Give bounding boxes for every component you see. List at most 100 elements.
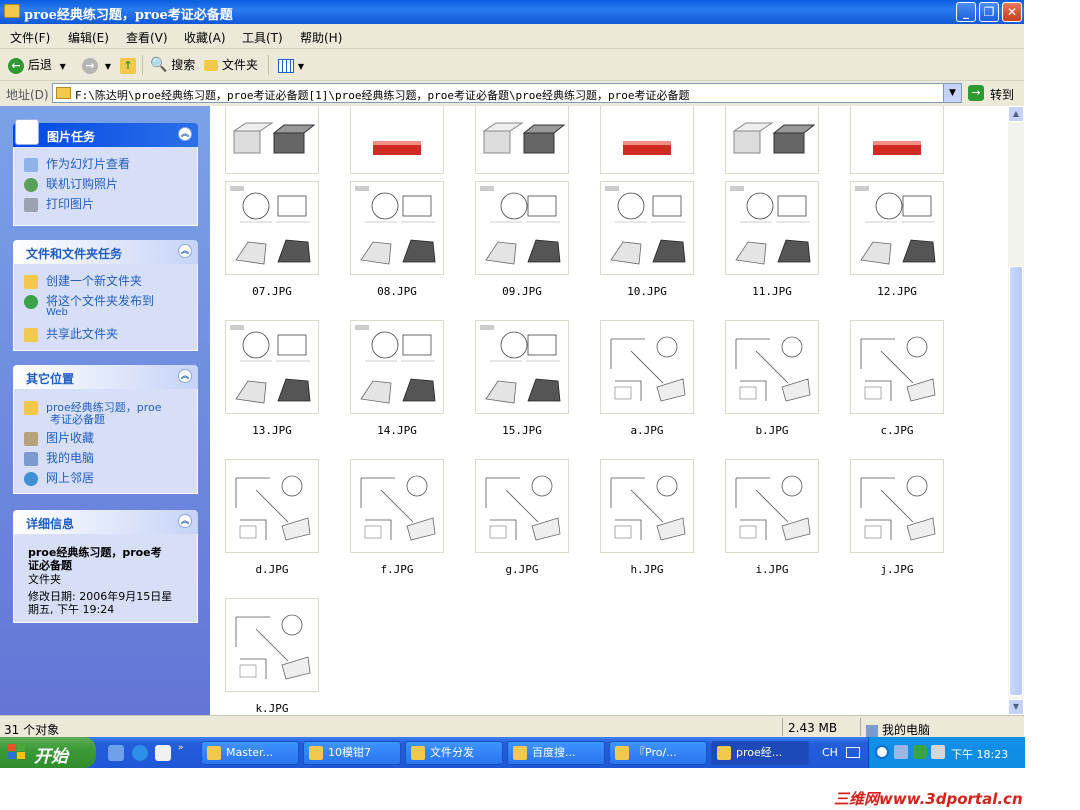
file-thumbnail[interactable] <box>225 320 319 414</box>
file-thumbnail[interactable] <box>225 106 319 174</box>
menu-view[interactable]: 查看(V) <box>126 29 168 46</box>
file-name-label[interactable]: b.JPG <box>712 424 832 437</box>
panel-header[interactable]: 详细信息 ︽ <box>13 510 198 534</box>
collapse-icon[interactable]: ︽ <box>178 127 192 141</box>
close-button[interactable]: ✕ <box>1002 2 1022 22</box>
file-name-label[interactable]: 09.JPG <box>462 285 582 298</box>
my-computer-link[interactable]: 我的电脑 <box>24 449 94 466</box>
folders-button[interactable]: 文件夹 <box>204 55 258 75</box>
go-arrow-icon[interactable]: → <box>968 85 984 101</box>
file-name-label[interactable]: a.JPG <box>587 424 707 437</box>
file-thumbnail[interactable] <box>725 106 819 174</box>
file-name-label[interactable]: k.JPG <box>212 702 332 715</box>
network-link[interactable]: 网上邻居 <box>24 469 94 486</box>
file-name-label[interactable]: 14.JPG <box>337 424 457 437</box>
file-thumbnail[interactable] <box>225 181 319 275</box>
file-name-label[interactable]: 07.JPG <box>212 285 332 298</box>
file-thumbnail[interactable] <box>475 181 569 275</box>
taskbar-task-button[interactable]: 『Pro/... <box>609 741 707 765</box>
file-thumbnail[interactable] <box>350 459 444 553</box>
taskbar-task-button[interactable]: 10模钳7 <box>303 741 401 765</box>
file-name-label[interactable]: 08.JPG <box>337 285 457 298</box>
search-button[interactable]: 🔍 搜索 <box>150 55 195 75</box>
publish-web-link[interactable]: 将这个文件夹发布到 <box>24 292 154 309</box>
file-thumbnail[interactable] <box>725 459 819 553</box>
file-thumbnail[interactable] <box>350 181 444 275</box>
file-thumbnail[interactable] <box>475 106 569 174</box>
volume-icon[interactable] <box>931 745 945 759</box>
file-thumbnail[interactable] <box>600 181 694 275</box>
address-dropdown-icon[interactable]: ▼ <box>943 84 961 102</box>
restore-button[interactable]: ❐ <box>979 2 999 22</box>
file-name-label[interactable]: 13.JPG <box>212 424 332 437</box>
file-name-label[interactable]: h.JPG <box>587 563 707 576</box>
file-thumbnail[interactable] <box>350 106 444 174</box>
file-name-label[interactable]: i.JPG <box>712 563 832 576</box>
print-link[interactable]: 打印图片 <box>24 195 94 212</box>
collapse-icon[interactable]: ︽ <box>178 369 192 383</box>
file-thumbnail[interactable] <box>600 459 694 553</box>
share-folder-link[interactable]: 共享此文件夹 <box>24 325 118 342</box>
file-thumbnail[interactable] <box>850 181 944 275</box>
menu-edit[interactable]: 编辑(E) <box>68 29 109 46</box>
taskbar-task-button[interactable]: 百度搜... <box>507 741 605 765</box>
keyboard-icon[interactable] <box>846 747 860 758</box>
publish-web-link-cont[interactable]: Web <box>46 307 68 318</box>
collapse-icon[interactable]: ︽ <box>178 244 192 258</box>
file-name-label[interactable]: 12.JPG <box>837 285 957 298</box>
scroll-thumb[interactable] <box>1009 266 1023 696</box>
taskbar-task-button[interactable]: proe经... <box>711 741 809 765</box>
file-thumbnail[interactable] <box>225 459 319 553</box>
file-thumbnail[interactable] <box>725 181 819 275</box>
address-field[interactable]: F:\陈达明\proe经典练习题，proe考证必备题[1]\proe经典练习题，… <box>52 83 962 103</box>
tray-arrow-icon[interactable] <box>875 745 889 759</box>
file-name-label[interactable]: 15.JPG <box>462 424 582 437</box>
file-thumbnail[interactable] <box>600 320 694 414</box>
go-button[interactable]: 转到 <box>990 86 1014 103</box>
menu-file[interactable]: 文件(F) <box>10 29 50 46</box>
file-name-label[interactable]: g.JPG <box>462 563 582 576</box>
menu-tools[interactable]: 工具(T) <box>242 29 283 46</box>
slideshow-link[interactable]: 作为幻灯片查看 <box>24 155 130 172</box>
network-tray-icon[interactable] <box>894 745 908 759</box>
minimize-button[interactable]: _ <box>956 2 976 22</box>
quicklaunch-more-icon[interactable]: » <box>178 743 184 753</box>
notepad-quicklaunch-icon[interactable] <box>155 745 171 761</box>
file-thumbnail[interactable] <box>475 459 569 553</box>
security-shield-icon[interactable] <box>913 745 927 759</box>
new-folder-link[interactable]: 创建一个新文件夹 <box>24 272 142 289</box>
file-name-label[interactable]: j.JPG <box>837 563 957 576</box>
order-prints-link[interactable]: 联机订购照片 <box>24 175 118 192</box>
taskbar-task-button[interactable]: 文件分发 <box>405 741 503 765</box>
file-thumbnail[interactable] <box>850 106 944 174</box>
vertical-scrollbar[interactable]: ▲ ▼ <box>1008 106 1024 715</box>
forward-button[interactable]: → ▼ <box>82 55 111 75</box>
menu-help[interactable]: 帮助(H) <box>300 29 342 46</box>
file-thumbnail[interactable] <box>850 459 944 553</box>
file-name-label[interactable]: 11.JPG <box>712 285 832 298</box>
file-thumbnail-view[interactable]: 04.JPG4.prt.105.JPG5.prt.106.JPG6.prt.10… <box>210 106 1008 715</box>
desktop-quicklaunch-icon[interactable] <box>108 745 124 761</box>
language-indicator[interactable]: CH <box>822 746 838 759</box>
taskbar-task-button[interactable]: Master... <box>201 741 299 765</box>
file-name-label[interactable]: d.JPG <box>212 563 332 576</box>
file-name-label[interactable]: f.JPG <box>337 563 457 576</box>
collapse-icon[interactable]: ︽ <box>178 514 192 528</box>
file-thumbnail[interactable] <box>850 320 944 414</box>
scroll-down-icon[interactable]: ▼ <box>1008 699 1024 715</box>
parent-folder-link-cont[interactable]: 考证必备题 <box>50 411 105 427</box>
title-bar[interactable]: proe经典练习题，proe考证必备题 _ ❐ ✕ <box>0 0 1024 24</box>
file-thumbnail[interactable] <box>225 598 319 692</box>
ie-quicklaunch-icon[interactable] <box>132 745 148 761</box>
file-thumbnail[interactable] <box>350 320 444 414</box>
file-thumbnail[interactable] <box>475 320 569 414</box>
menu-favorites[interactable]: 收藏(A) <box>184 29 226 46</box>
file-thumbnail[interactable] <box>725 320 819 414</box>
panel-header[interactable]: 图片任务 ︽ <box>13 119 198 147</box>
file-name-label[interactable]: 10.JPG <box>587 285 707 298</box>
start-button[interactable]: 开始 <box>0 737 96 768</box>
panel-header[interactable]: 其它位置 ︽ <box>13 365 198 389</box>
file-thumbnail[interactable] <box>600 106 694 174</box>
up-folder-button[interactable]: ↑ <box>120 55 136 75</box>
views-button[interactable]: ▼ <box>278 55 304 75</box>
